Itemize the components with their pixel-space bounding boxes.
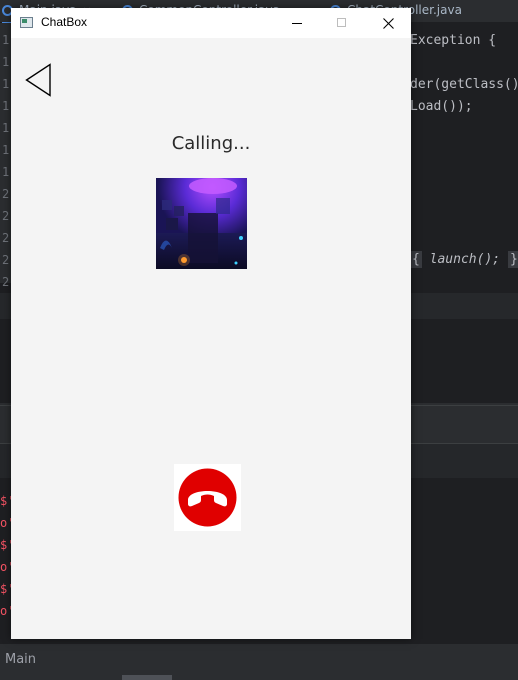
code-line: { launch(); } [410,251,518,268]
line-number: 1 [2,165,10,179]
back-button[interactable] [25,63,53,97]
line-number: 2 [2,275,10,289]
line-number: 2 [2,209,10,223]
line-number: 1 [2,121,10,135]
close-icon [383,18,394,29]
code-line: Exception { [410,33,497,48]
close-button[interactable] [365,8,411,38]
status-label[interactable]: Main [5,652,36,667]
line-number: 1 [2,99,10,113]
chatbox-window: ChatBox Calling... [11,8,411,639]
window-title: ChatBox [41,15,88,29]
horizontal-scrollbar[interactable] [122,675,172,680]
back-triangle-icon [25,63,51,97]
call-status-text: Calling... [171,133,251,154]
code-line: Load()); [410,99,473,114]
contact-photo [156,178,247,269]
line-number: 2 [2,253,10,267]
maximize-button[interactable] [319,8,365,38]
line-number: 1 [2,143,10,157]
contact-avatar [156,178,247,269]
window-titlebar[interactable]: ChatBox [11,8,411,38]
line-number: 1 [2,33,10,47]
ide-status-bar: Main [0,643,518,680]
hang-up-phone-icon [178,468,237,527]
line-number: 2 [2,187,10,201]
hang-up-button[interactable] [174,464,241,531]
line-number: 2 [2,231,10,245]
line-number: 1 [2,77,10,91]
line-number: 1 [2,55,10,69]
code-line: der(getClass() [410,77,518,92]
minimize-button[interactable] [274,8,320,38]
app-icon [20,17,33,28]
